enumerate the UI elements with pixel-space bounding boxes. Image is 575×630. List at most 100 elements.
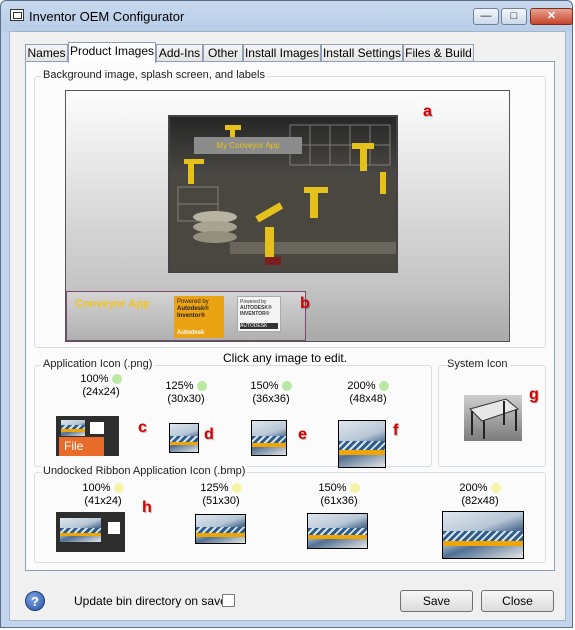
ribbon-icon-100-size: (41x24) <box>84 495 122 507</box>
app-icon-100-percent: 100% <box>80 373 109 385</box>
file-menu-preview: File <box>59 437 104 456</box>
ribbon-icon-150-size: (61x36) <box>320 495 358 507</box>
app-icon-150-percent: 150% <box>250 380 279 392</box>
ribbon-icon-125-image[interactable] <box>195 514 246 544</box>
marker-g: g <box>529 386 539 403</box>
status-dot-icon <box>196 381 207 392</box>
minimize-icon: — <box>480 10 492 22</box>
maximize-button[interactable]: □ <box>501 8 527 25</box>
background-group-title: Background image, splash screen, and lab… <box>41 69 267 81</box>
ribbon-icon-200-image[interactable] <box>442 511 524 559</box>
save-button[interactable]: Save <box>400 590 473 612</box>
help-button[interactable]: ? <box>25 591 45 611</box>
app-icon-200-label: 200% (48x48) <box>336 380 400 406</box>
tab-product-images[interactable]: Product Images <box>68 42 156 63</box>
minimize-button[interactable]: — <box>473 8 499 25</box>
status-dot-icon <box>378 381 389 392</box>
help-icon: ? <box>31 594 39 609</box>
ribbon-icon-125-size: (51x30) <box>202 495 240 507</box>
close-icon: ✕ <box>546 10 557 22</box>
close-button[interactable]: Close <box>481 590 554 612</box>
app-icon-125-image[interactable] <box>169 423 199 453</box>
client-area: Names Product Images Add-Ins Other Insta… <box>9 31 566 621</box>
tab-other[interactable]: Other <box>203 44 243 62</box>
app-icon-100-size: (24x24) <box>82 386 120 398</box>
background-group: Background image, splash screen, and lab… <box>34 69 546 348</box>
badge2-brand: AUTODESK® INVENTOR® <box>240 305 272 317</box>
status-dot-icon <box>490 483 501 494</box>
ribbon-icon-group: Undocked Ribbon Application Icon (.bmp) … <box>34 465 546 563</box>
ribbon-icon-150-percent: 150% <box>318 482 347 494</box>
app-icon-200-size: (48x48) <box>349 393 387 405</box>
badge2-footer: AUTODESK <box>240 323 278 329</box>
ribbon-icon-125-label: 125% (51x30) <box>189 482 253 508</box>
marker-a: a <box>423 103 432 120</box>
application-icon-group-title: Application Icon (.png) <box>41 358 155 370</box>
ribbon-icon-150-label: 150% (61x36) <box>307 482 371 508</box>
app-icon-200-percent: 200% <box>347 380 376 392</box>
ribbon-icon-100-percent: 100% <box>82 482 111 494</box>
update-bin-checkbox[interactable] <box>222 594 235 607</box>
app-icon-100-image[interactable]: File <box>56 416 119 456</box>
edit-hint: Click any image to edit. <box>223 351 348 365</box>
app-icon-200-image[interactable] <box>338 420 386 468</box>
system-icon-group-title: System Icon <box>445 358 510 370</box>
marker-c: c <box>138 419 147 436</box>
maximize-icon: □ <box>510 10 518 22</box>
tab-install-settings[interactable]: Install Settings <box>321 44 403 62</box>
system-icon-group: System Icon g <box>438 358 546 467</box>
ribbon-icon-200-size: (82x48) <box>461 495 499 507</box>
ribbon-icon-125-percent: 125% <box>200 482 229 494</box>
splash-banner: My Conveyor App <box>194 137 302 154</box>
ribbon-icon-150-image[interactable] <box>307 513 368 549</box>
marker-b: b <box>300 295 310 312</box>
badge1-powered-by: Powered by <box>177 299 209 305</box>
powered-by-badge-white[interactable]: Powered by AUTODESK® INVENTOR® AUTODESK <box>237 296 281 332</box>
badge1-brand: Autodesk® Inventor® <box>177 306 209 319</box>
app-icon-100-label: 100% (24x24) <box>71 373 131 399</box>
application-icon-group: Application Icon (.png) 100% (24x24) Fil… <box>34 358 432 468</box>
document-icon <box>108 522 120 534</box>
app-icon-150-label: 150% (36x36) <box>239 380 303 406</box>
app-icon-150-size: (36x36) <box>252 393 290 405</box>
ribbon-icon-200-label: 200% (82x48) <box>448 482 512 508</box>
document-icon <box>90 422 104 434</box>
window-title: Inventor OEM Configurator <box>29 9 185 24</box>
ribbon-icon-100-label: 100% (41x24) <box>71 482 135 508</box>
marker-d: d <box>204 426 214 443</box>
close-window-button[interactable]: ✕ <box>530 8 573 25</box>
update-bin-label: Update bin directory on save. <box>74 594 231 608</box>
app-icon-150-image[interactable] <box>251 420 287 456</box>
ribbon-icon-200-percent: 200% <box>459 482 488 494</box>
conveyor-frame-icon <box>469 398 520 439</box>
powered-by-badge-orange[interactable]: Powered by Autodesk® Inventor® Autodesk <box>174 296 224 338</box>
status-dot-icon <box>349 483 360 494</box>
conveyor-thumb-icon <box>61 420 85 436</box>
system-icon-image[interactable] <box>464 395 522 441</box>
status-dot-icon <box>281 381 292 392</box>
app-name-label: Conveyor App <box>75 298 150 310</box>
main-window: Inventor OEM Configurator — □ ✕ Names Pr… <box>0 0 573 628</box>
tab-files-build[interactable]: Files & Build <box>403 44 474 62</box>
marker-h: h <box>142 499 152 516</box>
ribbon-icon-100-image[interactable] <box>56 512 125 552</box>
tab-install-images[interactable]: Install Images <box>243 44 321 62</box>
app-icon-125-label: 125% (30x30) <box>156 380 216 406</box>
background-image[interactable]: My Conveyor App Conveyor App Powered by … <box>65 90 510 342</box>
app-icon-125-size: (30x30) <box>167 393 205 405</box>
title-bar[interactable]: Inventor OEM Configurator — □ ✕ <box>1 1 573 31</box>
product-images-panel: Background image, splash screen, and lab… <box>25 61 555 571</box>
marker-e: e <box>298 426 307 443</box>
tab-add-ins[interactable]: Add-Ins <box>156 44 203 62</box>
app-window-icon <box>10 9 24 21</box>
status-dot-icon <box>231 483 242 494</box>
status-dot-icon <box>113 483 124 494</box>
status-dot-icon <box>111 374 122 385</box>
badge1-footer: Autodesk <box>177 330 205 336</box>
app-icon-125-percent: 125% <box>165 380 194 392</box>
marker-f: f <box>393 422 399 439</box>
conveyor-thumb-icon <box>60 518 101 542</box>
splash-screen-image[interactable]: My Conveyor App <box>168 115 398 273</box>
tab-names[interactable]: Names <box>25 44 68 62</box>
labels-image[interactable]: Conveyor App Powered by Autodesk® Invent… <box>66 291 306 341</box>
